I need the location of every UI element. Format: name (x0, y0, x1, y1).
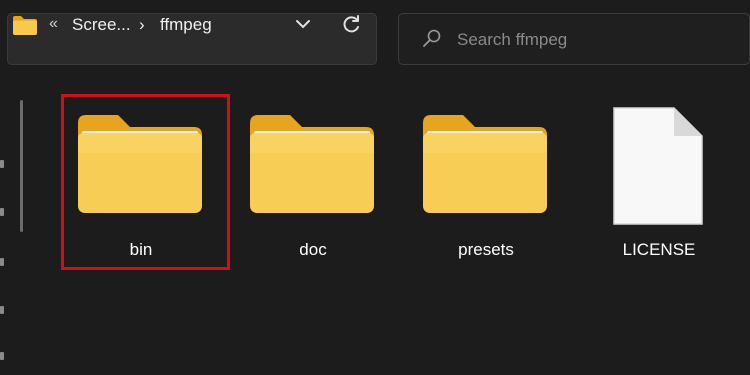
nav-expand-arrow[interactable] (0, 160, 4, 168)
breadcrumb-separator: › (139, 15, 145, 34)
refresh-icon[interactable] (340, 14, 362, 36)
folder-item-doc[interactable]: doc (238, 92, 388, 272)
folder-item-presets[interactable]: presets (411, 92, 561, 272)
nav-expand-arrow[interactable] (0, 352, 4, 360)
highlight-box (61, 94, 230, 270)
navigation-pane[interactable] (0, 82, 30, 375)
chevron-down-icon[interactable] (295, 18, 311, 30)
file-label: LICENSE (622, 240, 696, 259)
folder-icon (250, 115, 374, 213)
nav-expand-arrow[interactable] (0, 258, 4, 266)
search-input[interactable] (457, 27, 727, 53)
folder-icon (423, 115, 547, 213)
nav-pane-scrollbar[interactable] (20, 100, 23, 232)
folder-icon (13, 16, 37, 35)
file-icon (613, 107, 703, 225)
file-item-license[interactable]: LICENSE (584, 92, 734, 272)
breadcrumb-ffmpeg[interactable]: ffmpeg (160, 15, 212, 35)
nav-expand-arrow[interactable] (0, 306, 4, 314)
folder-label: presets (458, 240, 514, 259)
breadcrumb-screenshots[interactable]: Scree... (72, 15, 131, 35)
breadcrumb-overflow[interactable]: « (49, 15, 58, 33)
search-icon (423, 29, 441, 47)
nav-expand-arrow[interactable] (0, 208, 4, 216)
folder-label: doc (299, 240, 327, 259)
